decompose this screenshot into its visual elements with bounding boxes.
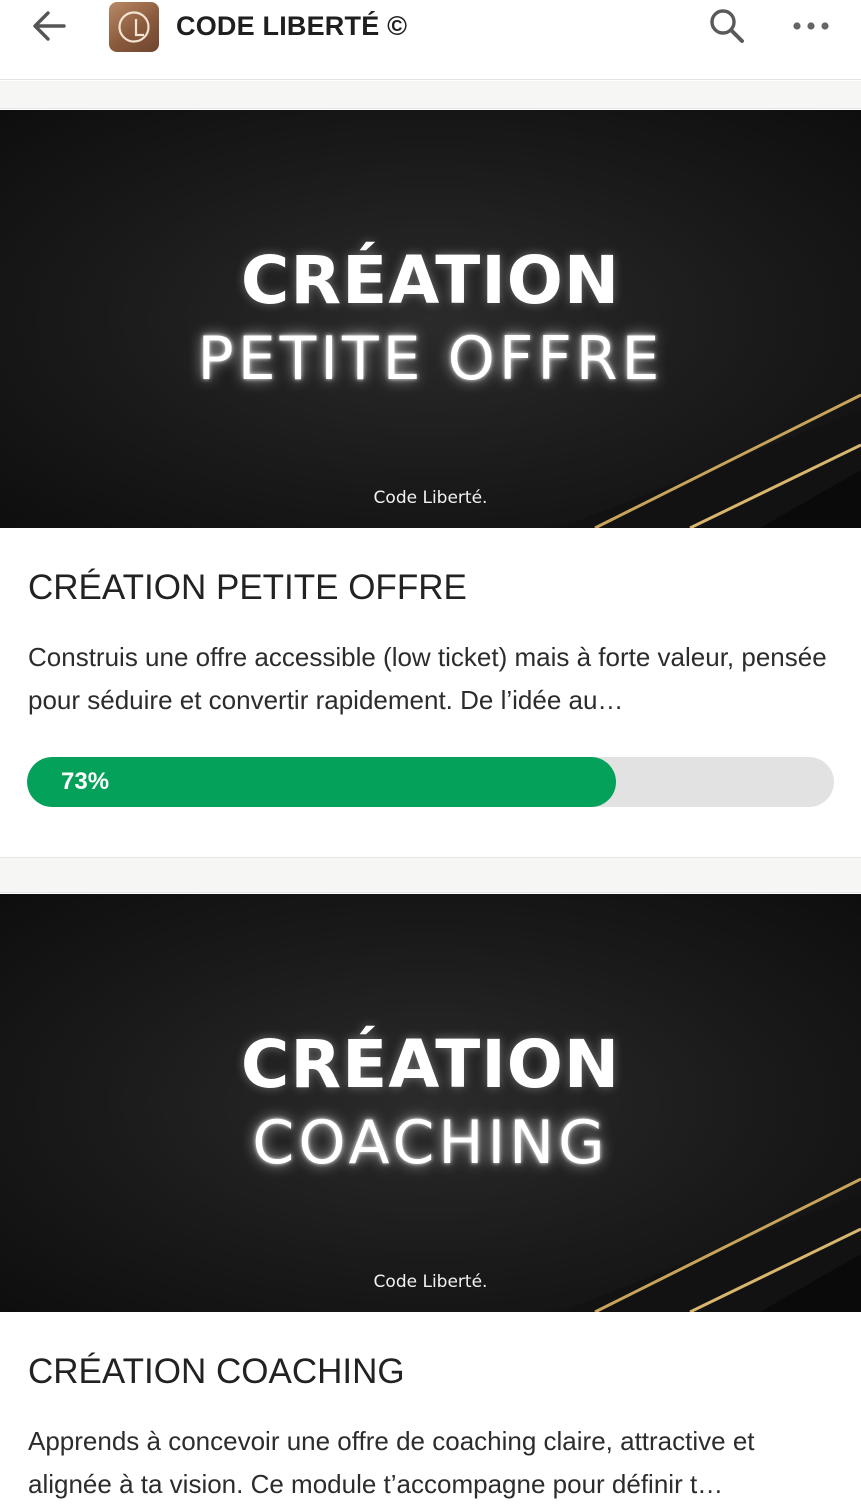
course-title: CRÉATION PETITE OFFRE <box>28 568 467 607</box>
app-title: CODE LIBERTÉ © <box>176 11 408 41</box>
progress-bar: 73% <box>27 757 834 807</box>
banner-subtitle: COACHING <box>252 1108 609 1178</box>
banner-brand: Code Liberté. <box>373 1272 488 1292</box>
banner-title: CRÉATION <box>240 1026 621 1103</box>
more-horizontal-icon <box>793 22 829 30</box>
progress-label: 73% <box>61 768 110 795</box>
section-divider <box>0 81 861 109</box>
banner-brand: Code Liberté. <box>373 488 488 508</box>
banner-title: CRÉATION <box>240 242 621 319</box>
back-button[interactable] <box>22 4 78 48</box>
progress-bar-fill <box>27 757 617 807</box>
app-bar: CODE LIBERTÉ © <box>0 0 861 80</box>
course-banner: CRÉATION COACHING Code Liberté. <box>0 894 861 1312</box>
course-description: Apprends à concevoir une offre de coachi… <box>28 1426 755 1499</box>
search-button[interactable] <box>700 2 752 50</box>
course-description: Construis une offre accessible (low tick… <box>28 642 827 715</box>
course-title: CRÉATION COACHING <box>28 1352 405 1391</box>
course-card-coaching[interactable]: CRÉATION COACHING Code Liberté. CRÉATION… <box>0 894 861 1500</box>
banner-subtitle: PETITE OFFRE <box>197 324 664 394</box>
section-divider <box>0 857 861 893</box>
course-card-petite-offre[interactable]: CRÉATION PETITE OFFRE Code Liberté. CRÉA… <box>0 110 861 857</box>
course-banner: CRÉATION PETITE OFFRE Code Liberté. <box>0 110 861 528</box>
app-logo <box>109 2 159 52</box>
search-icon <box>710 9 744 43</box>
gold-stripes-decoration <box>560 1177 861 1312</box>
arrow-left-icon <box>33 11 66 41</box>
code-liberte-logo-icon <box>118 11 150 43</box>
gold-stripes-decoration <box>560 393 861 528</box>
more-options-button[interactable] <box>786 4 836 48</box>
